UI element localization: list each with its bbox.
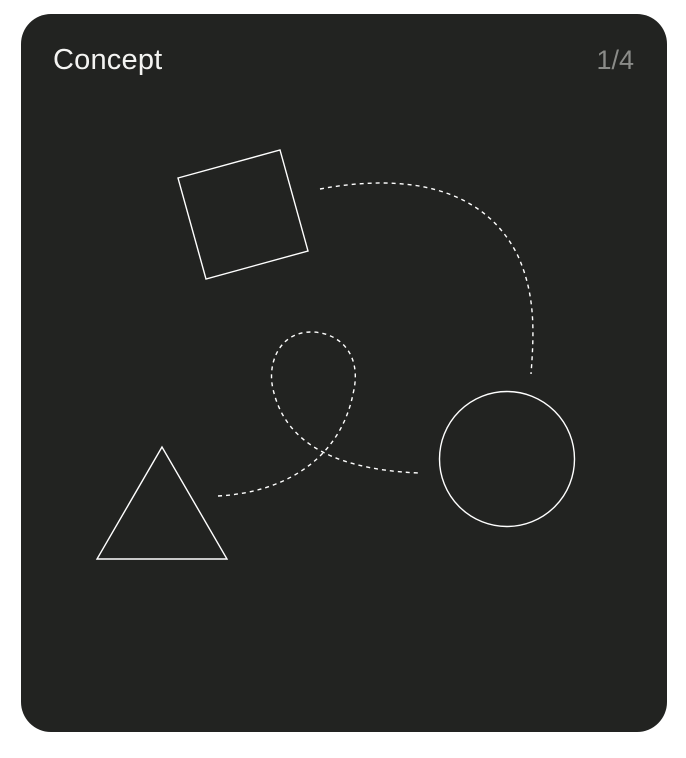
dashed-loop-connector xyxy=(217,331,420,497)
square-icon xyxy=(177,149,309,280)
circle-icon xyxy=(438,390,576,528)
concept-illustration xyxy=(95,149,576,560)
concept-card[interactable]: Concept 1/4 xyxy=(21,14,667,732)
dashed-arc-connector xyxy=(319,182,534,375)
triangle-icon xyxy=(95,445,229,560)
